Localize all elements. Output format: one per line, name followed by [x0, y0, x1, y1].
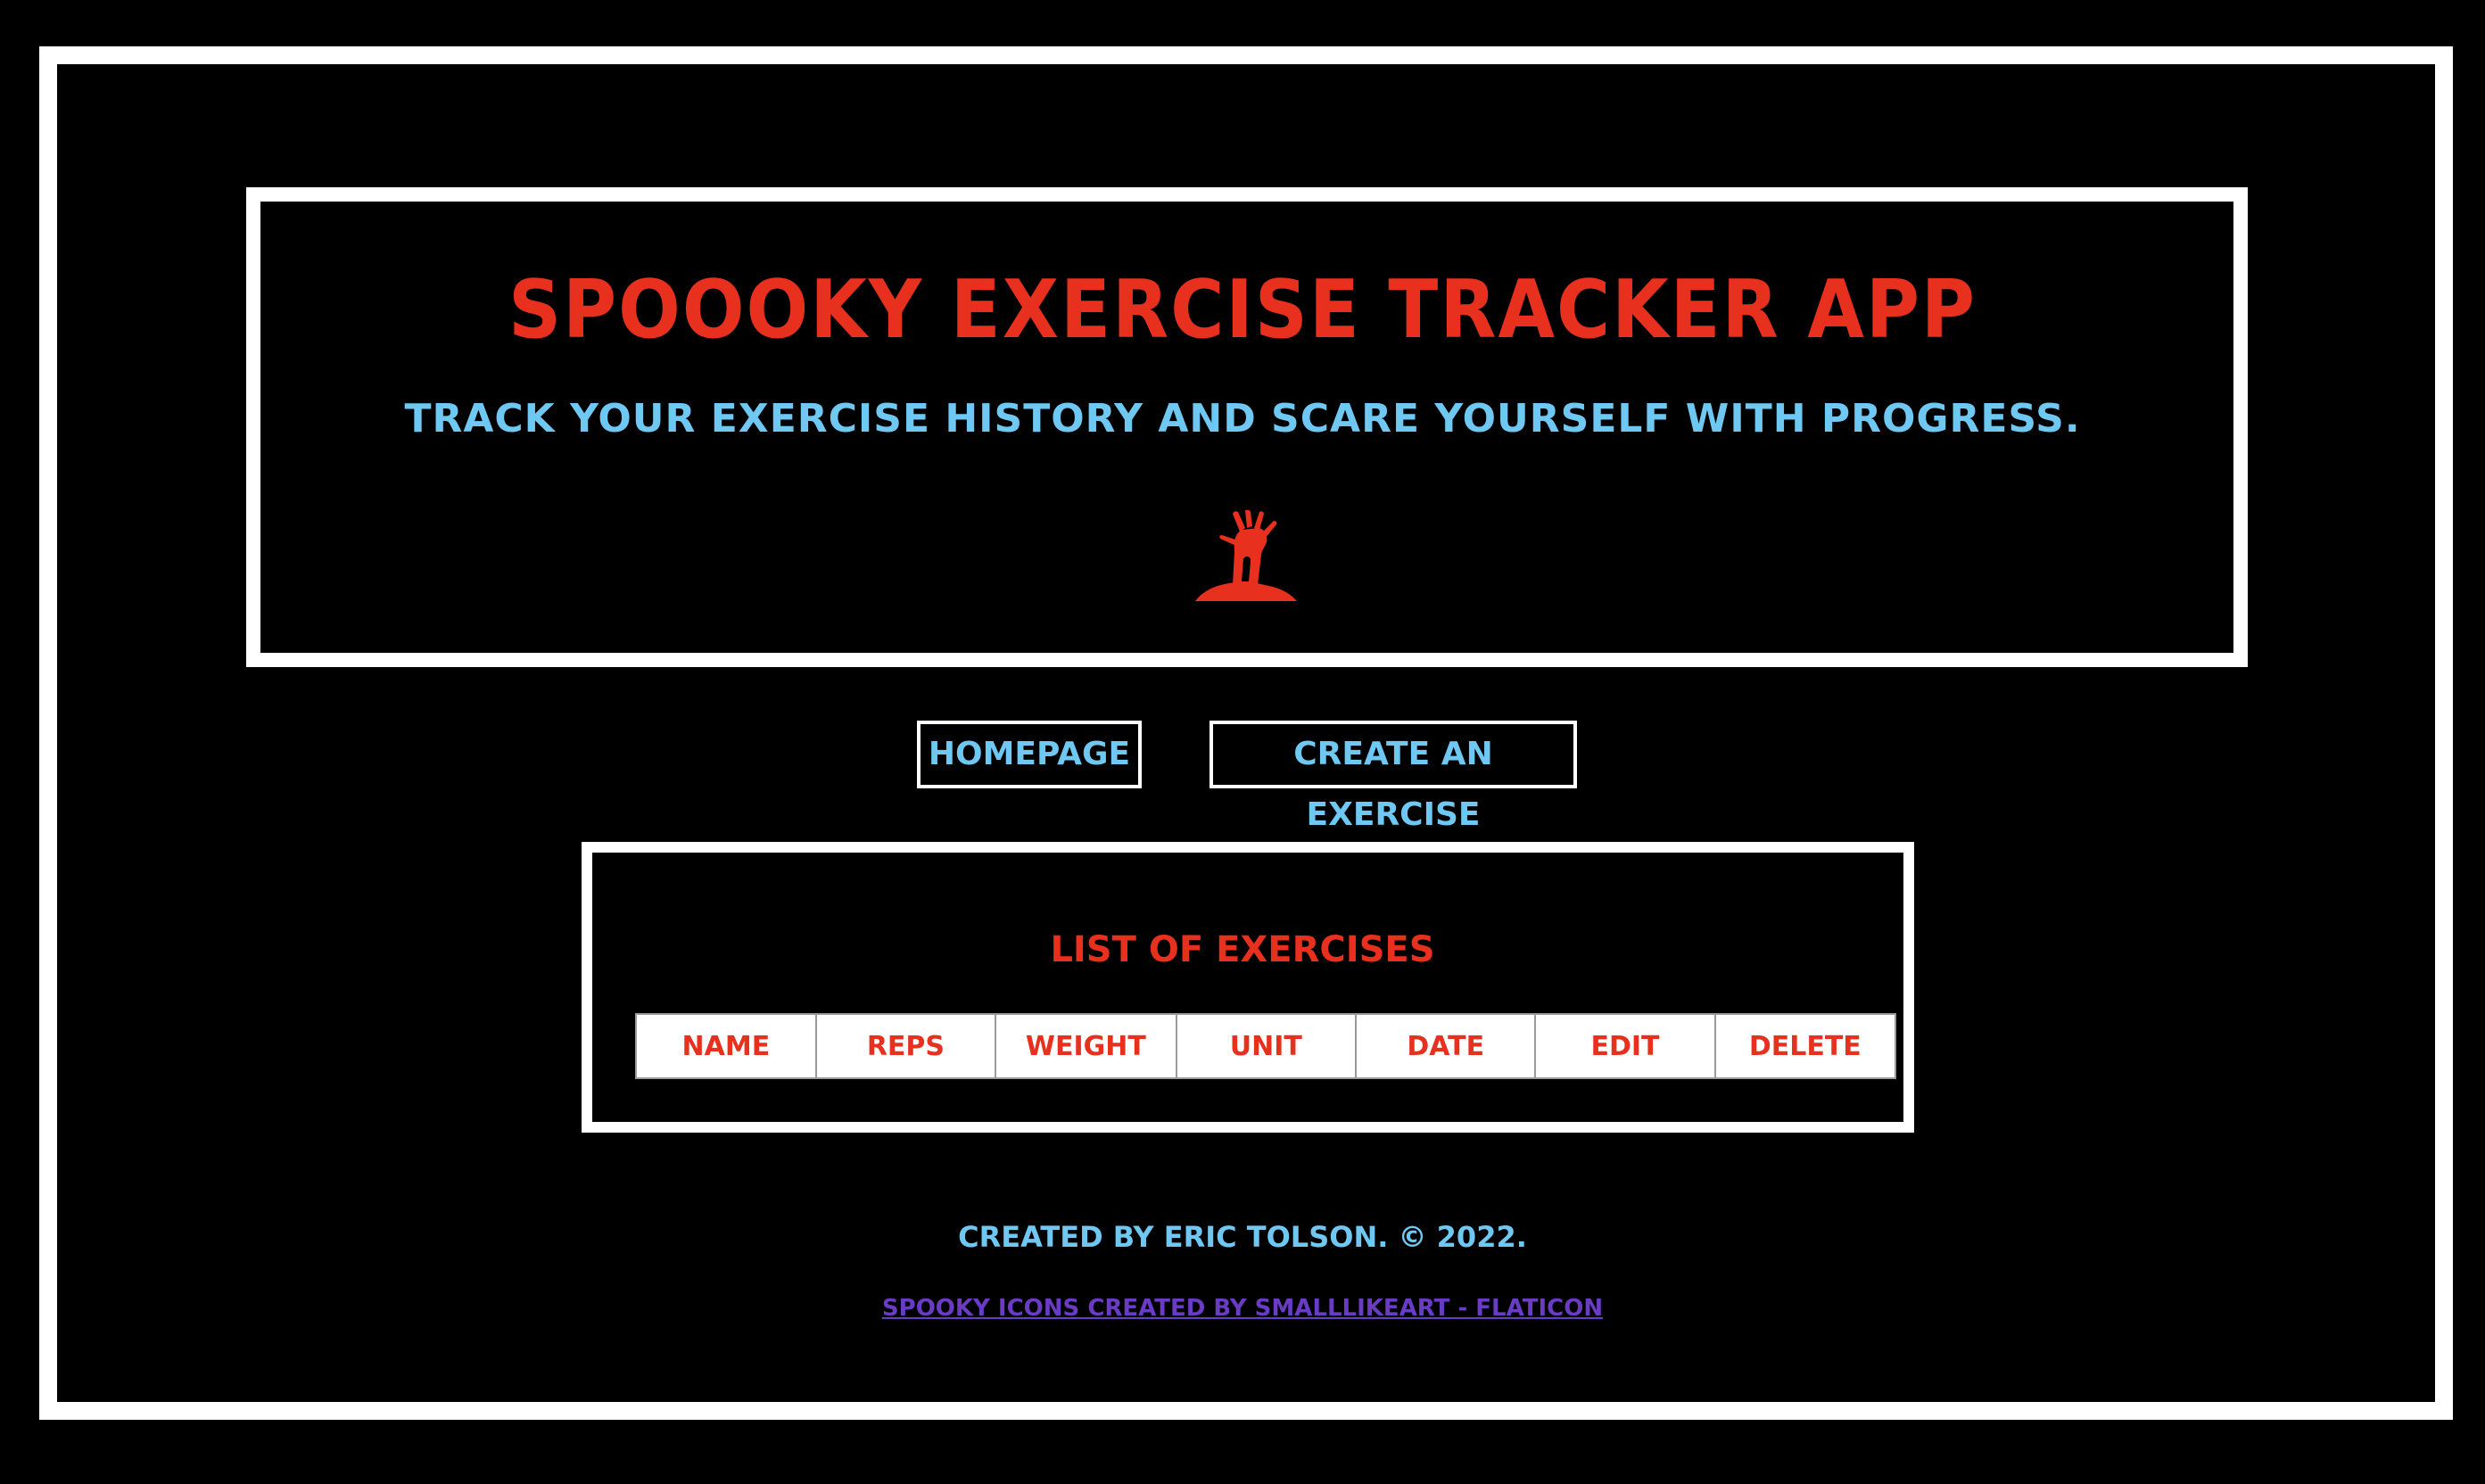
page: Spoooky Exercise Tracker App Track your … [0, 0, 2485, 1484]
column-header-delete: Delete [1713, 1013, 1897, 1079]
zombie-hand-icon [1195, 510, 1297, 601]
column-header-name: Name [635, 1013, 817, 1079]
column-header-date: Date [1354, 1013, 1537, 1079]
column-header-reps: Reps [814, 1013, 997, 1079]
table-header-row: Name Reps Weight Unit Date Edit Delete [635, 1013, 1897, 1079]
flaticon-credit-link[interactable]: Spooky icons created by Smalllikeart - F… [882, 1295, 1603, 1322]
footer-icon-credit: Spooky icons created by Smalllikeart - F… [0, 1295, 2485, 1322]
nav-create-exercise-link[interactable]: Create an Exercise [1209, 721, 1577, 833]
exercise-list-box [582, 842, 1914, 1133]
nav-bar: Homepage Create an Exercise [0, 721, 2485, 833]
exercise-list-title: List of Exercises [1050, 929, 1435, 970]
nav-homepage-link[interactable]: Homepage [917, 721, 1142, 788]
column-header-weight: Weight [995, 1013, 1177, 1079]
app-title: Spoooky Exercise Tracker App [508, 263, 1977, 357]
footer-credit: Created by Eric Tolson. © 2022. [958, 1220, 1527, 1254]
app-subtitle: Track your exercise history and scare yo… [404, 396, 2081, 441]
exercise-table: Name Reps Weight Unit Date Edit Delete [635, 1013, 1897, 1079]
column-header-unit: Unit [1175, 1013, 1357, 1079]
column-header-edit: Edit [1534, 1013, 1716, 1079]
